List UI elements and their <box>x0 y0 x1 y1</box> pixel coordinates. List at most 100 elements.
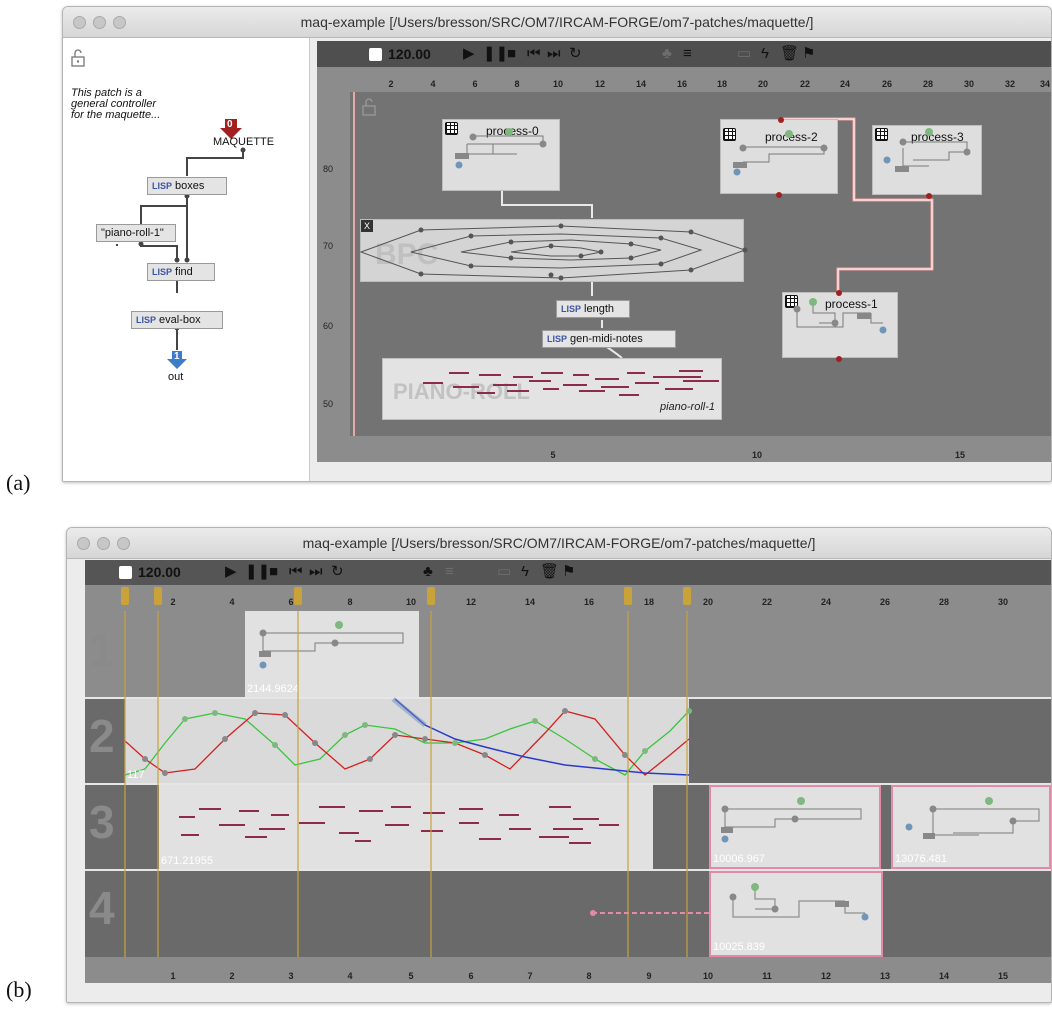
paint-icon[interactable]: ⚑ <box>802 46 815 62</box>
comment-icon[interactable]: ▭ <box>497 564 511 580</box>
maquette-input-index: 0 <box>227 119 233 130</box>
ruler-tick: 22 <box>799 79 811 89</box>
lisp-tag: LISP <box>152 267 173 277</box>
tempo-value[interactable]: 120.00 <box>388 46 431 62</box>
bottom-tick: 2 <box>229 971 235 981</box>
time-ruler[interactable]: 2 4 6 8 10 12 14 16 18 20 22 24 26 28 30… <box>317 67 1051 92</box>
lisp-tag: LISP <box>547 334 568 344</box>
stop-icon[interactable]: ■ <box>269 564 278 580</box>
ruler-tick: 20 <box>757 79 769 89</box>
process-2-patch-preview <box>733 117 828 198</box>
output-index: 1 <box>174 351 180 362</box>
transport-toolbar: 120.00 ▶ ❚❚ ■ ⏮ ⏭ ↻ ♣ ≡ ▭ ϟ 🗑 ⚑ <box>85 560 1051 585</box>
window-title: maq-example [/Users/bresson/SRC/OM7/IRCA… <box>300 14 814 30</box>
skip-forward-icon[interactable]: ⏭ <box>309 564 323 580</box>
ruler-tick: 30 <box>963 79 975 89</box>
bottom-tick: 5 <box>408 971 414 981</box>
find-function-box[interactable]: LISP find <box>147 263 215 281</box>
ruler-tick: 28 <box>922 79 934 89</box>
ruler-tick: 32 <box>1004 79 1016 89</box>
ruler-tick: 26 <box>881 79 893 89</box>
ruler-tick: 24 <box>839 79 851 89</box>
length-function-box[interactable]: LISP length <box>556 300 630 318</box>
process-3-box[interactable]: process-3 <box>872 125 982 199</box>
bottom-tick: 9 <box>646 971 652 981</box>
ruler-tick: 10 <box>552 79 564 89</box>
y-tick: 50 <box>323 399 334 409</box>
trash-icon[interactable]: 🗑 <box>540 564 559 580</box>
lisp-tag: LISP <box>561 304 582 314</box>
play-icon[interactable]: ▶ <box>463 46 475 62</box>
ruler-tick: 8 <box>514 79 520 89</box>
tree-icon[interactable]: ♣ <box>423 564 433 580</box>
marker-handles[interactable] <box>85 585 1051 1003</box>
figure-label-b: (b) <box>6 977 32 1002</box>
ruler-tick: 2 <box>388 79 394 89</box>
bottom-time-ruler[interactable]: 5 10 15 <box>317 436 1051 462</box>
metronome-checkbox[interactable] <box>369 48 382 61</box>
skip-back-icon[interactable]: ⏮ <box>527 46 541 62</box>
bottom-time-ruler[interactable]: 1 2 3 4 5 6 7 8 9 10 11 12 13 14 15 <box>85 957 1051 983</box>
loop-icon[interactable]: ↻ <box>331 564 344 580</box>
bottom-tick: 12 <box>820 971 832 981</box>
trash-icon[interactable]: 🗑 <box>780 46 799 62</box>
list-icon[interactable]: ≡ <box>683 46 692 62</box>
skip-forward-icon[interactable]: ⏭ <box>547 46 561 62</box>
eval-box-label: eval-box <box>159 314 201 326</box>
title-bar: maq-example [/Users/bresson/SRC/OM7/IRCA… <box>63 7 1051 38</box>
skip-back-icon[interactable]: ⏮ <box>289 564 303 580</box>
ruler-tick: 4 <box>430 79 436 89</box>
process-0-patch-preview <box>455 128 547 169</box>
stop-icon[interactable]: ■ <box>507 46 516 62</box>
bottom-tick: 5 <box>550 450 556 460</box>
ruler-tick: 18 <box>716 79 728 89</box>
figure-label-a: (a) <box>6 470 31 495</box>
ruler-tick: 12 <box>594 79 606 89</box>
tree-icon[interactable]: ♣ <box>662 46 672 62</box>
bottom-tick: 1 <box>170 971 176 981</box>
maquette-input-label: MAQUETTE <box>213 136 275 148</box>
ruler-tick: 34 <box>1039 79 1051 89</box>
bottom-tick: 15 <box>954 450 966 460</box>
maquette-canvas[interactable]: process-0 process-2 <box>350 92 1051 436</box>
title-bar: maq-example [/Users/bresson/SRC/OM7/IRCA… <box>67 528 1051 559</box>
transport-toolbar: 120.00 ▶ ❚❚ ■ ⏮ ⏭ ↻ ♣ ≡ ▭ ϟ 🗑 ⚑ <box>317 41 1051 67</box>
boxes-function-box[interactable]: LISP boxes <box>147 177 227 195</box>
bottom-tick: 10 <box>751 450 763 460</box>
ruler-tick: 16 <box>676 79 688 89</box>
lightning-icon[interactable]: ϟ <box>521 564 529 580</box>
gen-midi-notes-function-box[interactable]: LISP gen-midi-notes <box>542 330 676 348</box>
process-0-box[interactable]: process-0 <box>442 119 560 191</box>
process-1-box[interactable]: process-1 <box>782 290 898 362</box>
bottom-tick: 15 <box>997 971 1009 981</box>
tempo-value[interactable]: 120.00 <box>138 564 181 580</box>
pause-icon[interactable]: ❚❚ <box>245 564 270 580</box>
play-icon[interactable]: ▶ <box>225 564 237 580</box>
y-tick: 70 <box>323 241 334 251</box>
paint-icon[interactable]: ⚑ <box>562 564 575 580</box>
y-tick: 60 <box>323 321 334 331</box>
maquette-window-b: maq-example [/Users/bresson/SRC/OM7/IRCA… <box>66 527 1052 1003</box>
gen-midi-notes-label: gen-midi-notes <box>570 333 643 345</box>
bpc-box[interactable]: X BPC <box>359 219 748 282</box>
boxes-label: boxes <box>175 180 205 192</box>
comment-icon[interactable]: ▭ <box>737 46 751 62</box>
metronome-checkbox[interactable] <box>119 566 132 579</box>
eval-box-function-box[interactable]: LISP eval-box <box>131 311 223 329</box>
loop-icon[interactable]: ↻ <box>569 46 582 62</box>
output-label: out <box>168 371 184 383</box>
bottom-tick: 11 <box>762 971 772 981</box>
piano-roll-box[interactable]: PIANO-ROLL piano-roll-1 <box>382 358 722 420</box>
find-label: find <box>175 266 193 278</box>
controller-patch-panel: This patch is a general controller for t… <box>63 38 310 481</box>
vertical-ruler[interactable]: 80 70 60 50 <box>317 92 350 436</box>
piano-roll-string-box[interactable]: "piano-roll-1" <box>96 224 176 242</box>
list-icon[interactable]: ≡ <box>445 564 454 580</box>
length-label: length <box>584 303 614 315</box>
lightning-icon[interactable]: ϟ <box>761 46 769 62</box>
pause-icon[interactable]: ❚❚ <box>483 46 508 62</box>
process-2-box[interactable]: process-2 <box>720 117 838 198</box>
piano-roll-notes <box>423 370 719 396</box>
y-tick: 80 <box>323 164 334 174</box>
bpc-spiral-preview <box>359 223 748 281</box>
